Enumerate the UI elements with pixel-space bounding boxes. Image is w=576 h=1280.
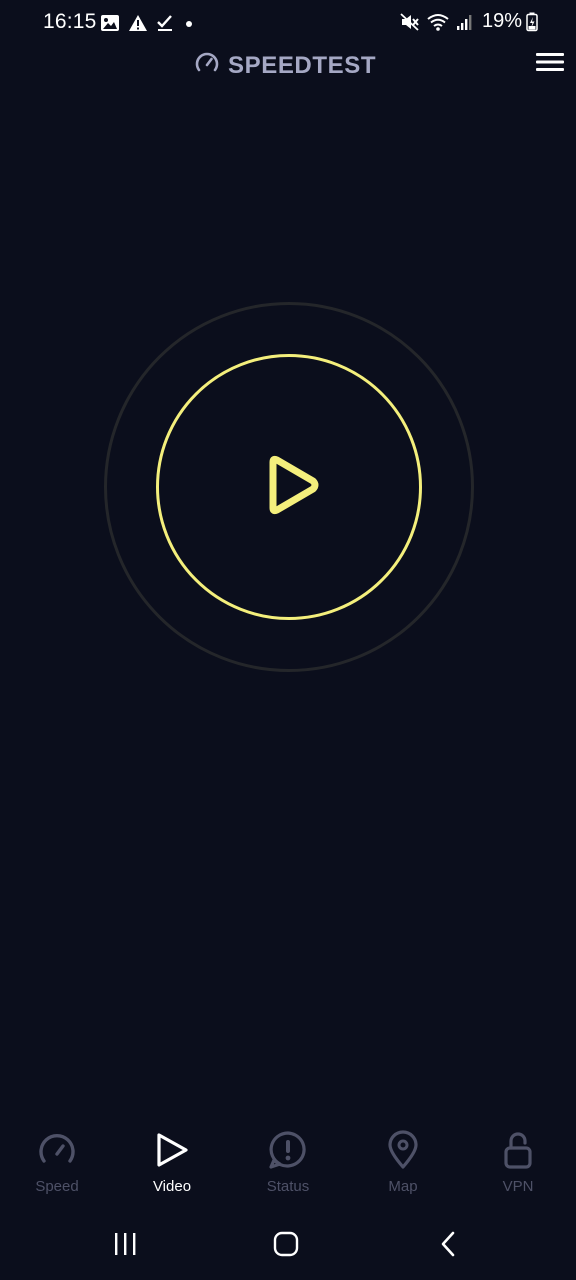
brand-logo: SPEEDTEST	[194, 50, 376, 81]
warning-icon	[128, 14, 148, 32]
nav-label-video: Video	[152, 1178, 192, 1195]
alert-bubble-icon	[268, 1128, 308, 1172]
recent-apps-button[interactable]	[105, 1230, 145, 1262]
mute-icon	[400, 12, 420, 32]
video-test-start-area	[104, 302, 474, 672]
check-icon	[156, 14, 174, 32]
nav-label-speed: Speed	[35, 1178, 79, 1195]
system-navigation-bar	[0, 1222, 576, 1270]
notification-icons	[100, 12, 204, 34]
start-video-test-button[interactable]	[156, 354, 422, 620]
recent-apps-icon	[112, 1232, 138, 1261]
app-header: SPEEDTEST	[0, 46, 576, 82]
home-icon	[273, 1231, 299, 1262]
bottom-navigation: Speed Video Status Map VPN	[0, 1128, 576, 1208]
battery-charging-icon	[526, 12, 538, 32]
back-icon	[439, 1231, 457, 1262]
status-bar: 16:15 19%	[0, 0, 576, 46]
brand-title: SPEEDTEST	[228, 51, 377, 79]
play-icon	[265, 454, 321, 521]
system-status-icons: 19%	[394, 10, 538, 33]
unlock-icon	[500, 1128, 536, 1172]
signal-icon	[456, 12, 474, 32]
status-time: 16:15	[43, 10, 97, 33]
play-icon	[154, 1128, 190, 1172]
back-button[interactable]	[428, 1230, 468, 1262]
nav-item-speed[interactable]: Speed	[7, 1128, 107, 1202]
dot-icon	[182, 14, 196, 32]
nav-item-video[interactable]: Video	[122, 1128, 222, 1202]
nav-label-status: Status	[266, 1178, 310, 1195]
menu-button[interactable]	[534, 48, 566, 80]
nav-item-vpn[interactable]: VPN	[468, 1128, 568, 1202]
home-button[interactable]	[266, 1230, 306, 1262]
wifi-icon	[426, 12, 450, 32]
battery-percent: 19%	[481, 10, 522, 32]
image-icon	[100, 14, 120, 32]
speedtest-video-screen: 16:15 19% SPEEDTEST Speed Video Status M…	[0, 0, 576, 1280]
nav-item-status[interactable]: Status	[238, 1128, 338, 1202]
speedometer-icon	[37, 1128, 77, 1172]
hamburger-menu-icon	[536, 51, 564, 78]
nav-label-map: Map	[388, 1178, 418, 1195]
nav-item-map[interactable]: Map	[353, 1128, 453, 1202]
nav-label-vpn: VPN	[502, 1178, 534, 1195]
speedometer-icon	[194, 50, 220, 81]
map-pin-icon	[385, 1128, 421, 1172]
